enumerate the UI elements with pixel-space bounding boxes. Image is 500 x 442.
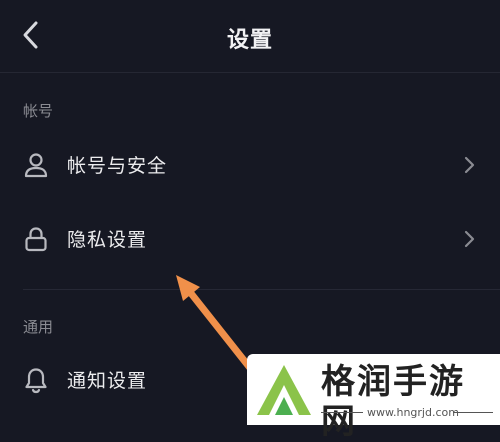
top-bar: 设置 (0, 0, 500, 73)
user-icon (22, 151, 50, 179)
menu-item-account-security[interactable]: 帐号与安全 (0, 137, 500, 193)
chevron-right-icon (462, 229, 476, 249)
page-title: 设置 (226, 28, 273, 53)
settings-screen: 设置 帐号 帐号与安全 隐私设置 通用 通知设置 格润手游网 www.hngrj… (0, 0, 500, 442)
watermark-url: www.hngrjd.com (367, 406, 459, 419)
watermark-rule-right (453, 412, 493, 413)
section-label-account: 帐号 (23, 102, 54, 120)
menu-item-label: 通知设置 (67, 370, 148, 392)
chevron-right-icon (462, 155, 476, 175)
menu-item-label: 隐私设置 (67, 229, 148, 251)
section-divider (23, 289, 500, 290)
section-label-general: 通用 (23, 318, 54, 336)
lock-icon (22, 225, 50, 253)
watermark-name: 格润手游网 (321, 362, 465, 442)
green-triangle-logo (255, 361, 313, 417)
menu-item-privacy-settings[interactable]: 隐私设置 (0, 211, 500, 267)
watermark-rule-left (321, 412, 363, 413)
menu-item-label: 帐号与安全 (67, 155, 168, 177)
bell-icon (22, 366, 50, 394)
watermark-banner: 格润手游网 www.hngrjd.com (247, 354, 500, 442)
